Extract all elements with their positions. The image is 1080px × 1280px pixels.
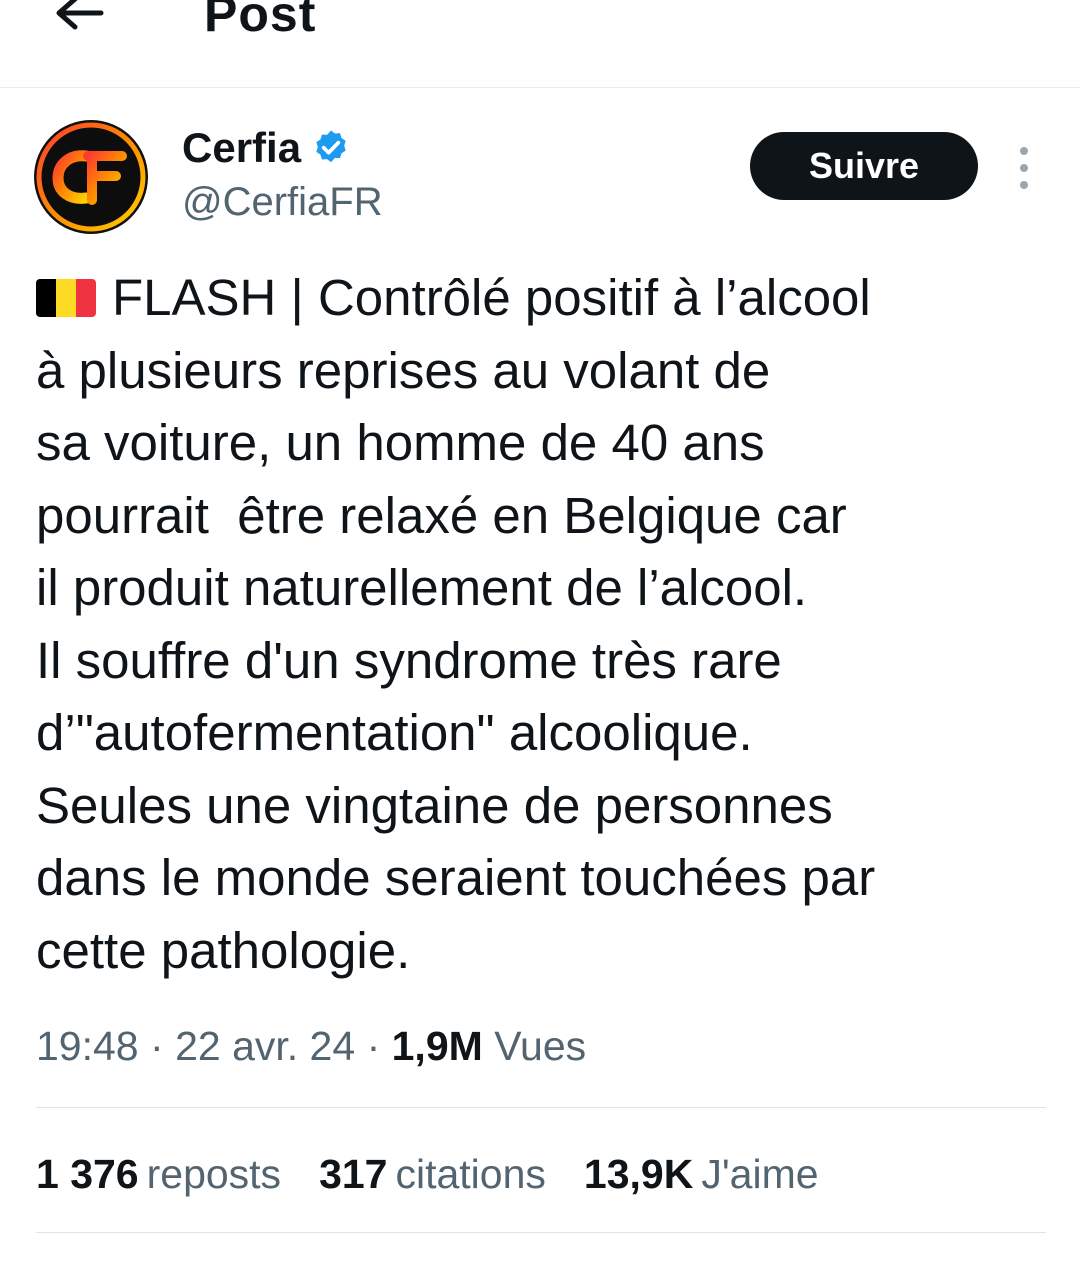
divider bbox=[36, 1232, 1046, 1233]
avatar[interactable] bbox=[34, 120, 148, 234]
post-time[interactable]: 19:48 bbox=[36, 1023, 139, 1069]
tweet-line: il produit naturellement de l’alcool. bbox=[36, 559, 808, 616]
verified-badge-icon bbox=[316, 130, 346, 163]
tweet-line: FLASH | Contrôlé positif à l’alcool bbox=[36, 262, 1056, 335]
author-name[interactable]: Cerfia bbox=[182, 124, 351, 172]
reposts-stat[interactable]: 1 376 reposts bbox=[36, 1146, 281, 1202]
tweet-line: à plusieurs reprises au volant de bbox=[36, 341, 771, 399]
arrow-left-icon bbox=[56, 0, 104, 30]
tweet-text: FLASH | Contrôlé positif à l’alcool à pl… bbox=[36, 262, 1056, 987]
engagement-stats: 1 376 reposts 317 citations 13,9K J'aime bbox=[36, 1146, 819, 1202]
belgium-flag-icon bbox=[36, 279, 96, 317]
post-meta: 19:48 · 22 avr. 24 · 1,9M Vues bbox=[36, 1018, 586, 1074]
likes-count: 13,9K bbox=[583, 1151, 694, 1197]
tweet-line: Seules une vingtaine de personnes bbox=[36, 776, 833, 834]
views-count: 1,9M bbox=[391, 1023, 483, 1069]
meta-separator: · bbox=[366, 1023, 381, 1069]
tweet-line: pourrait être relaxé en Belgique car bbox=[36, 486, 847, 544]
tweet-line: d’"autofermentation" alcoolique. bbox=[36, 704, 753, 761]
divider bbox=[36, 1107, 1046, 1108]
page-title: Post bbox=[204, 0, 317, 42]
quotes-label: citations bbox=[395, 1151, 546, 1197]
tweet-line-text: FLASH | Contrôlé positif à l’alcool bbox=[112, 269, 871, 326]
post-page: Post Cerfia @CerfiaFR Suivre FLASH | Con… bbox=[0, 0, 1080, 1280]
more-vertical-icon[interactable] bbox=[1004, 140, 1044, 196]
quotes-count: 317 bbox=[319, 1151, 388, 1197]
meta-separator: · bbox=[150, 1023, 164, 1069]
top-bar: Post bbox=[0, 0, 1080, 88]
views-label: Vues bbox=[494, 1023, 587, 1069]
author-name-text: Cerfia bbox=[182, 124, 302, 171]
back-button[interactable] bbox=[52, 0, 108, 36]
tweet-line: cette pathologie. bbox=[36, 921, 411, 979]
reposts-label: reposts bbox=[146, 1151, 282, 1197]
follow-button[interactable]: Suivre bbox=[750, 132, 978, 200]
tweet-line: sa voiture, un homme de 40 ans bbox=[36, 414, 765, 471]
tweet-line: dans le monde seraient touchées par bbox=[36, 849, 876, 906]
quotes-stat[interactable]: 317 citations bbox=[319, 1146, 546, 1202]
cerfia-logo-icon bbox=[36, 122, 146, 232]
likes-stat[interactable]: 13,9K J'aime bbox=[584, 1146, 819, 1202]
likes-label: J'aime bbox=[701, 1151, 819, 1197]
author-handle[interactable]: @CerfiaFR bbox=[182, 178, 383, 226]
tweet-line: Il souffre d'un syndrome très rare bbox=[36, 631, 782, 689]
reposts-count: 1 376 bbox=[36, 1151, 139, 1197]
post-date[interactable]: 22 avr. 24 bbox=[175, 1023, 355, 1069]
